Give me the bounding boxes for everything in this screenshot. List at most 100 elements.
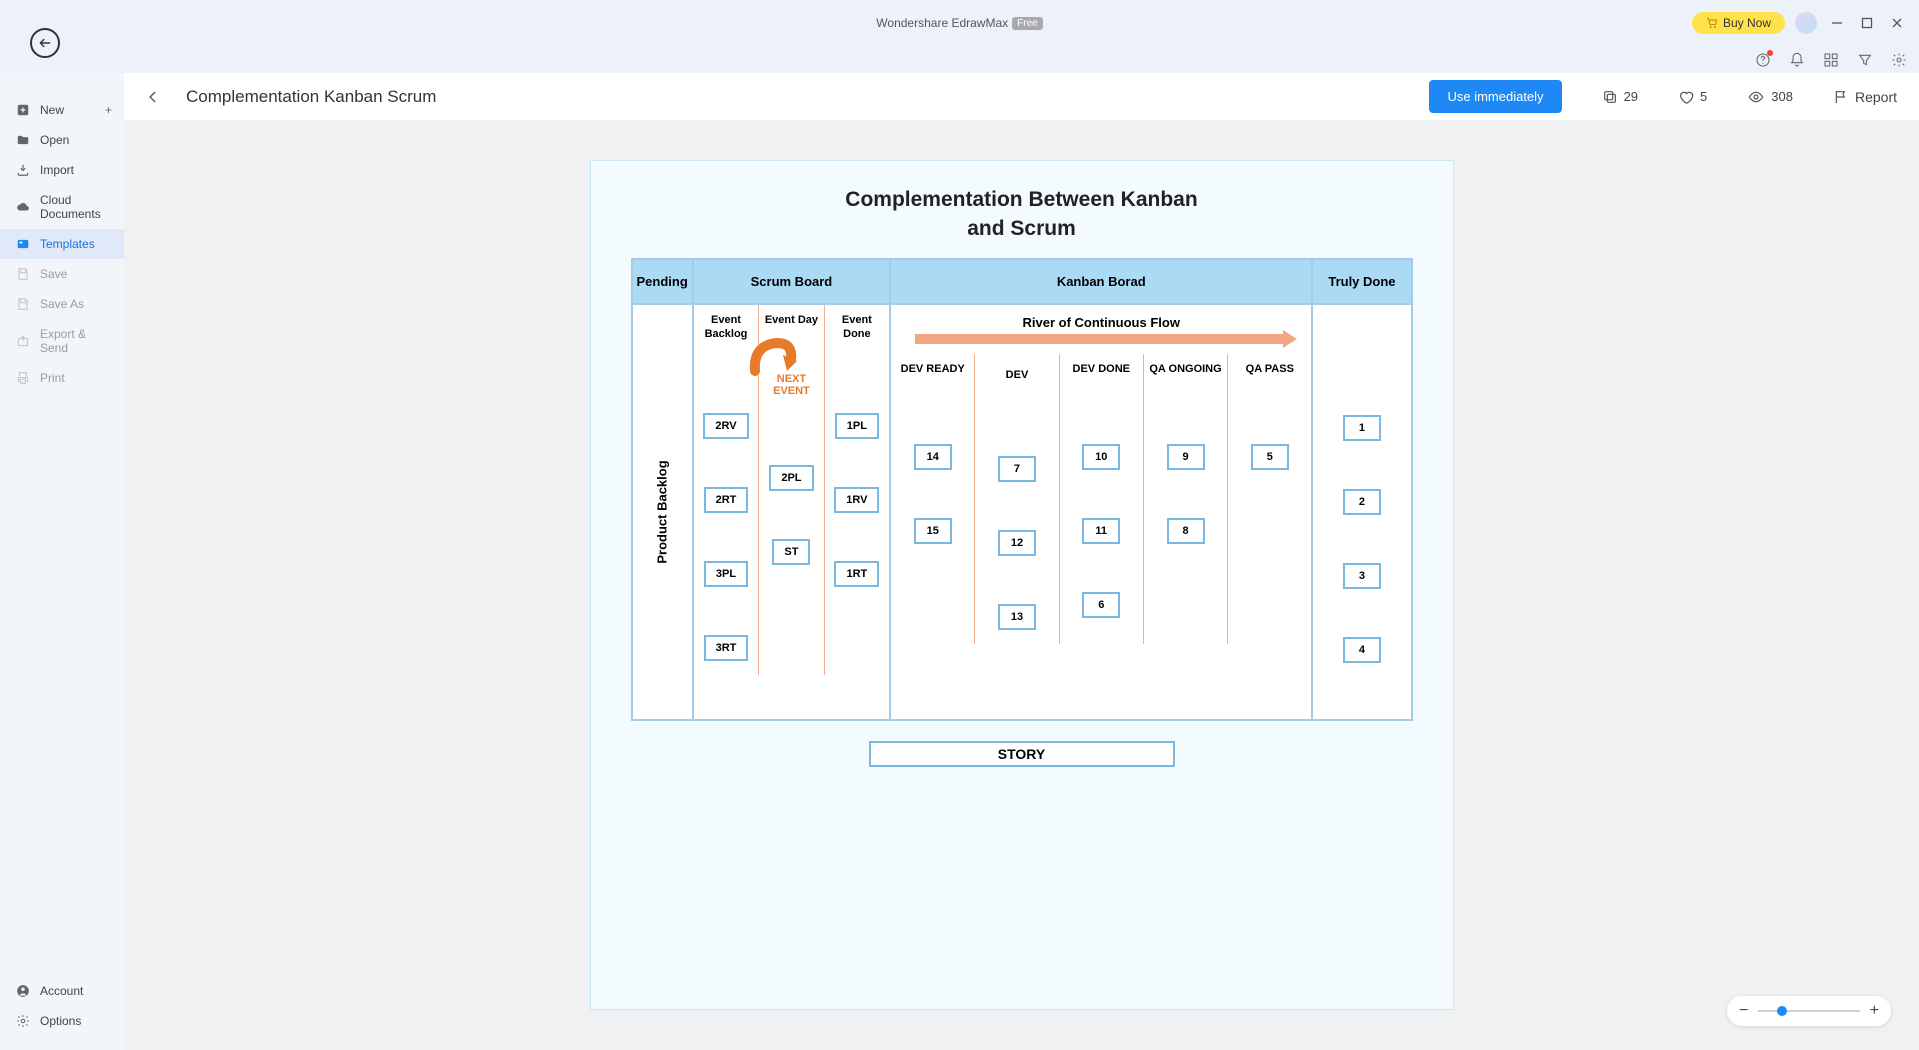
card[interactable]: 14: [914, 444, 952, 470]
sidebar-item-new[interactable]: New +: [0, 95, 124, 125]
zoom-in-button[interactable]: +: [1870, 1002, 1879, 1020]
sidebar-item-label: Cloud Documents: [40, 193, 108, 221]
sidebar-item-label: Options: [40, 1014, 81, 1028]
sidebar-item-save[interactable]: Save: [0, 259, 124, 289]
sidebar-item-print[interactable]: Print: [0, 363, 124, 393]
filter-icon[interactable]: [1857, 52, 1873, 68]
bell-icon[interactable]: [1789, 52, 1805, 68]
col-pending: Pending: [632, 259, 693, 304]
save-icon: [16, 267, 30, 281]
minimize-button[interactable]: [1827, 13, 1847, 33]
sidebar-item-templates[interactable]: Templates: [0, 229, 124, 259]
card[interactable]: 13: [998, 604, 1036, 630]
sidebar-item-options[interactable]: Options: [0, 1006, 124, 1036]
card[interactable]: 10: [1082, 444, 1120, 470]
zoom-out-button[interactable]: −: [1739, 1002, 1748, 1020]
maximize-button[interactable]: [1857, 13, 1877, 33]
likes-stat: 5: [1678, 89, 1707, 105]
sidebar-item-label: Templates: [40, 237, 95, 251]
truly-body: 1 2 3 4: [1312, 304, 1411, 720]
close-button[interactable]: [1887, 13, 1907, 33]
import-icon: [16, 163, 30, 177]
free-badge: Free: [1012, 17, 1043, 30]
sidebar-item-import[interactable]: Import: [0, 155, 124, 185]
copies-stat: 29: [1602, 89, 1638, 105]
account-icon: [16, 984, 30, 998]
card[interactable]: 2RT: [704, 487, 749, 513]
heart-icon: [1678, 89, 1694, 105]
sidebar-item-label: Save: [40, 267, 67, 281]
card[interactable]: 1: [1343, 415, 1381, 441]
chevron-left-icon: [146, 88, 160, 106]
sidebar-item-label: Account: [40, 984, 83, 998]
card[interactable]: 6: [1082, 592, 1120, 618]
sidebar-item-label: Export & Send: [40, 327, 108, 355]
scrum-body: Event Backlog 2RV 2RT 3PL 3RT: [693, 304, 890, 720]
back-chevron[interactable]: [146, 88, 160, 106]
sidebar-item-export[interactable]: Export & Send: [0, 319, 124, 363]
add-icon[interactable]: +: [105, 103, 112, 117]
card[interactable]: 9: [1167, 444, 1205, 470]
sidebar-item-label: Save As: [40, 297, 84, 311]
card[interactable]: 12: [998, 530, 1036, 556]
sidebar-item-label: New: [40, 103, 64, 117]
sidebar: New + Open Import Cloud Documents Templa…: [0, 73, 124, 1050]
buy-now-button[interactable]: Buy Now: [1692, 12, 1785, 34]
report-button[interactable]: Report: [1833, 89, 1897, 105]
card[interactable]: 2PL: [769, 465, 813, 491]
card[interactable]: 2RV: [703, 413, 748, 439]
export-icon: [16, 334, 30, 348]
avatar[interactable]: [1795, 12, 1817, 34]
flag-icon: [1833, 89, 1849, 105]
sidebar-item-open[interactable]: Open: [0, 125, 124, 155]
card[interactable]: 2: [1343, 489, 1381, 515]
canvas-area[interactable]: Complementation Between Kanban and Scrum…: [124, 120, 1919, 1050]
title-bar: Wondershare EdrawMax Free Buy Now: [0, 0, 1919, 73]
sidebar-item-account[interactable]: Account: [0, 976, 124, 1006]
card[interactable]: 1RT: [834, 561, 879, 587]
zoom-control: − +: [1727, 996, 1891, 1026]
page-title: Complementation Kanban Scrum: [186, 87, 1409, 107]
pending-body: Product Backlog: [632, 304, 693, 720]
apps-icon[interactable]: [1823, 52, 1839, 68]
card[interactable]: ST: [772, 539, 810, 565]
cloud-icon: [16, 200, 30, 214]
eye-icon: [1747, 89, 1765, 105]
sidebar-item-label: Print: [40, 371, 65, 385]
sidebar-item-label: Import: [40, 163, 74, 177]
col-scrum: Scrum Board: [693, 259, 890, 304]
story-box: STORY: [869, 741, 1175, 767]
sidebar-item-saveas[interactable]: Save As: [0, 289, 124, 319]
card[interactable]: 7: [998, 456, 1036, 482]
app-title: Wondershare EdrawMax Free: [876, 16, 1042, 30]
sidebar-item-label: Open: [40, 133, 69, 147]
saveas-icon: [16, 297, 30, 311]
river-arrow-icon: [915, 334, 1287, 344]
card[interactable]: 1PL: [835, 413, 879, 439]
views-stat: 308: [1747, 89, 1793, 105]
col-truly: Truly Done: [1312, 259, 1411, 304]
diagram-title: Complementation Between Kanban and Scrum: [599, 185, 1445, 244]
content-header: Complementation Kanban Scrum Use immedia…: [124, 73, 1919, 120]
templates-icon: [16, 237, 30, 251]
gear-icon[interactable]: [1891, 52, 1907, 68]
kanban-body: River of Continuous Flow DEV READY 14 15: [890, 304, 1312, 720]
card[interactable]: 3PL: [704, 561, 748, 587]
card[interactable]: 11: [1082, 518, 1120, 544]
zoom-slider[interactable]: [1758, 1010, 1859, 1012]
card[interactable]: 3RT: [704, 635, 749, 661]
card[interactable]: 15: [914, 518, 952, 544]
back-button[interactable]: [30, 28, 60, 58]
card[interactable]: 3: [1343, 563, 1381, 589]
sidebar-item-cloud[interactable]: Cloud Documents: [0, 185, 124, 229]
card[interactable]: 4: [1343, 637, 1381, 663]
print-icon: [16, 371, 30, 385]
card[interactable]: 8: [1167, 518, 1205, 544]
col-kanban: Kanban Borad: [890, 259, 1312, 304]
help-icon[interactable]: [1755, 52, 1771, 68]
use-immediately-button[interactable]: Use immediately: [1429, 80, 1561, 113]
folder-icon: [16, 133, 30, 147]
copy-icon: [1602, 89, 1618, 105]
card[interactable]: 5: [1251, 444, 1289, 470]
card[interactable]: 1RV: [834, 487, 879, 513]
